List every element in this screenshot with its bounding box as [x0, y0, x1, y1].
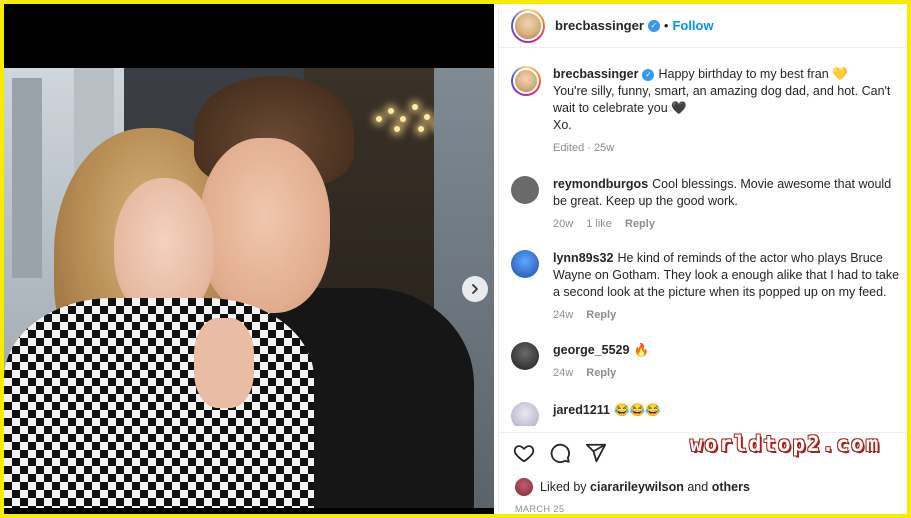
comment-item: reymondburgos Cool blessings. Movie aweso…: [511, 176, 907, 230]
commenter-avatar[interactable]: [511, 176, 539, 204]
reply-button[interactable]: Reply: [586, 309, 616, 321]
author-avatar[interactable]: [511, 8, 545, 43]
comment-time: 20w: [553, 218, 574, 230]
comment-meta: 24w Reply: [553, 309, 907, 321]
share-icon[interactable]: [585, 442, 607, 464]
comment-body: 🔥: [633, 343, 650, 357]
caption-text: brecbassinger ✓ Happy birthday to my best …: [553, 66, 907, 134]
comment-text: reymondburgos Cool blessings. Movie aweso…: [553, 176, 907, 210]
liked-user[interactable]: ciararileywilson: [590, 480, 684, 494]
comment-username[interactable]: reymondburgos: [553, 177, 648, 191]
post-media: [4, 4, 494, 514]
photo-woman-face: [114, 178, 214, 318]
verified-icon: ✓: [647, 19, 660, 32]
caption: brecbassinger ✓ Happy birthday to my best …: [511, 66, 907, 154]
comment-text: george_5529 🔥: [553, 342, 907, 359]
caption-meta: Edited · 25w: [553, 142, 907, 154]
liked-others[interactable]: others: [712, 480, 750, 494]
comment-username[interactable]: jared1211: [553, 403, 610, 417]
photo-man-face: [200, 138, 330, 313]
separator-dot: •: [663, 18, 669, 33]
comment-text: lynn89s32 He kind of reminds of the actor…: [553, 250, 907, 301]
photo-woman-coat: [4, 298, 314, 508]
comments-list[interactable]: brecbassinger ✓ Happy birthday to my best …: [499, 60, 907, 426]
watermark: worldtop2.com: [690, 432, 881, 456]
likes-summary: Liked by ciararileywilson and others: [515, 478, 750, 496]
comment-username[interactable]: george_5529: [553, 343, 629, 357]
chevron-right-icon: [472, 284, 478, 294]
photo-building: [12, 78, 42, 278]
caption-avatar[interactable]: [511, 66, 541, 96]
commenter-avatar[interactable]: [511, 402, 539, 426]
caption-line: wait to celebrate you 🖤: [553, 101, 687, 115]
comment-item: lynn89s32 He kind of reminds of the actor…: [511, 250, 907, 321]
liked-prefix: Liked by: [540, 480, 587, 494]
screenshot-frame: brecbassinger ✓ • Follow brecbassinger ✓ H…: [0, 0, 911, 518]
commenter-avatar[interactable]: [511, 250, 539, 278]
caption-edited: Edited · 25w: [553, 142, 615, 154]
comment-item: george_5529 🔥 24w Reply: [511, 342, 907, 379]
author-username[interactable]: brecbassinger: [555, 18, 644, 33]
photo-hand: [194, 318, 254, 408]
comment-item: jared1211 😂😂😂: [511, 402, 907, 426]
comment-meta: 24w Reply: [553, 367, 907, 379]
verified-icon: ✓: [642, 68, 655, 81]
comment-time: 24w: [553, 309, 574, 321]
follow-button[interactable]: Follow: [672, 18, 713, 33]
caption-line: You're silly, funny, smart, an amazing d…: [553, 84, 891, 98]
comment-time: 24w: [553, 367, 574, 379]
commenter-avatar[interactable]: [511, 342, 539, 370]
comment-icon[interactable]: [549, 442, 571, 464]
comment-body: 😂😂😂: [614, 403, 661, 417]
post-photo[interactable]: [4, 68, 494, 508]
liker-avatar[interactable]: [515, 478, 533, 496]
next-photo-button[interactable]: [462, 276, 488, 302]
liked-and: and: [687, 480, 709, 494]
comment-username[interactable]: lynn89s32: [553, 251, 613, 265]
caption-line: Xo.: [553, 118, 572, 132]
post-date[interactable]: MARCH 25: [515, 504, 565, 514]
comment-text: jared1211 😂😂😂: [553, 402, 907, 419]
reply-button[interactable]: Reply: [625, 218, 655, 230]
heart-icon[interactable]: [513, 442, 535, 464]
caption-username[interactable]: brecbassinger: [553, 67, 638, 81]
comment-likes[interactable]: 1 like: [586, 218, 612, 230]
caption-line: Happy birthday to my best fran 💛: [658, 67, 848, 81]
post-header: brecbassinger ✓ • Follow: [499, 4, 907, 48]
reply-button[interactable]: Reply: [586, 367, 616, 379]
comment-meta: 20w 1 like Reply: [553, 218, 907, 230]
